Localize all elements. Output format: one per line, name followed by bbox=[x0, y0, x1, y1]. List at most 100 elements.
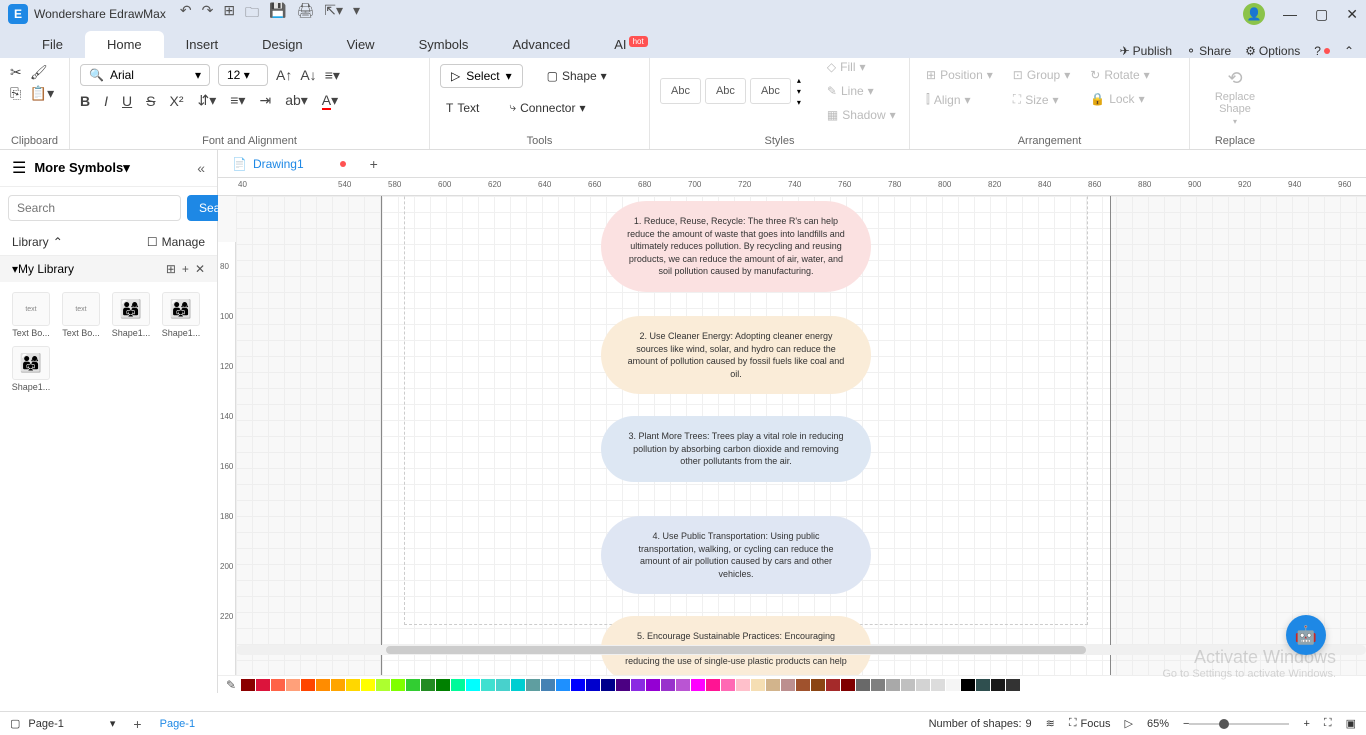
style-up-icon[interactable]: ▴ bbox=[797, 76, 801, 85]
color-swatch[interactable] bbox=[601, 679, 615, 691]
close-button[interactable]: ✕ bbox=[1346, 6, 1358, 23]
tab-file[interactable]: File bbox=[20, 31, 85, 58]
eyedropper-icon[interactable]: ✎ bbox=[226, 678, 236, 692]
canvas-shape[interactable]: 2. Use Cleaner Energy: Adopting cleaner … bbox=[601, 316, 871, 394]
color-swatch[interactable] bbox=[706, 679, 720, 691]
fit-page-icon[interactable]: ⛶ bbox=[1324, 717, 1332, 730]
tab-ai[interactable]: AIhot bbox=[592, 31, 669, 58]
undo-icon[interactable]: ↶ bbox=[180, 2, 192, 26]
color-swatch[interactable] bbox=[316, 679, 330, 691]
increase-font-icon[interactable]: A↑ bbox=[276, 67, 292, 83]
color-swatch[interactable] bbox=[331, 679, 345, 691]
tab-home[interactable]: Home bbox=[85, 31, 164, 58]
group-button[interactable]: ⊡ Group▾ bbox=[1007, 64, 1076, 86]
size-button[interactable]: ⛶ Size▾ bbox=[1007, 88, 1076, 111]
notifications-icon[interactable]: ? bbox=[1314, 44, 1330, 58]
color-swatch[interactable] bbox=[856, 679, 870, 691]
qat-more-icon[interactable]: ▾ bbox=[353, 2, 360, 26]
color-swatch[interactable] bbox=[241, 679, 255, 691]
color-swatch[interactable] bbox=[511, 679, 525, 691]
connector-tool[interactable]: ⤷ Connector ▾ bbox=[503, 96, 591, 119]
outline-icon[interactable]: ▢ bbox=[10, 717, 20, 730]
redo-icon[interactable]: ↷ bbox=[202, 2, 214, 26]
font-color-icon[interactable]: A▾ bbox=[322, 92, 338, 109]
color-swatch[interactable] bbox=[841, 679, 855, 691]
color-swatch[interactable] bbox=[361, 679, 375, 691]
shape-thumbnail[interactable]: textText Bo... bbox=[60, 292, 102, 338]
select-tool[interactable]: ▷ Select ▾ bbox=[440, 64, 523, 88]
tab-insert[interactable]: Insert bbox=[164, 31, 241, 58]
color-swatch[interactable] bbox=[346, 679, 360, 691]
tab-view[interactable]: View bbox=[325, 31, 397, 58]
color-swatch[interactable] bbox=[751, 679, 765, 691]
color-swatch[interactable] bbox=[901, 679, 915, 691]
canvas-shape[interactable]: 1. Reduce, Reuse, Recycle: The three R's… bbox=[601, 201, 871, 292]
document-tab[interactable]: 📄 Drawing1 bbox=[218, 153, 360, 175]
chat-fab-button[interactable]: 🤖 bbox=[1286, 615, 1326, 655]
rotate-button[interactable]: ↻ Rotate▾ bbox=[1084, 64, 1155, 86]
play-icon[interactable]: ▷ bbox=[1125, 717, 1133, 730]
color-swatch[interactable] bbox=[826, 679, 840, 691]
color-swatch[interactable] bbox=[916, 679, 930, 691]
decrease-font-icon[interactable]: A↓ bbox=[300, 67, 316, 83]
color-swatch[interactable] bbox=[661, 679, 675, 691]
publish-button[interactable]: ✈ Publish bbox=[1120, 44, 1172, 58]
minimize-button[interactable]: — bbox=[1283, 6, 1297, 22]
page-selector[interactable]: Page-1 ▾ bbox=[20, 715, 123, 732]
manage-link[interactable]: ☐ Manage bbox=[147, 235, 205, 249]
color-swatch[interactable] bbox=[376, 679, 390, 691]
replace-shape-button[interactable]: ⟲ Replace Shape ▾ bbox=[1200, 64, 1270, 130]
color-swatch[interactable] bbox=[691, 679, 705, 691]
spacing-icon[interactable]: ⇵▾ bbox=[197, 92, 216, 109]
canvas-shape[interactable]: 3. Plant More Trees: Trees play a vital … bbox=[601, 416, 871, 482]
mylib-close-icon[interactable]: ✕ bbox=[195, 262, 205, 276]
color-swatch[interactable] bbox=[571, 679, 585, 691]
color-swatch[interactable] bbox=[946, 679, 960, 691]
color-swatch[interactable] bbox=[466, 679, 480, 691]
lock-button[interactable]: 🔒 Lock▾ bbox=[1084, 88, 1155, 110]
tab-advanced[interactable]: Advanced bbox=[490, 31, 592, 58]
canvas-grid[interactable]: 1. Reduce, Reuse, Recycle: The three R's… bbox=[236, 196, 1366, 675]
shadow-button[interactable]: ▦ Shadow▾ bbox=[821, 104, 902, 126]
color-swatch[interactable] bbox=[721, 679, 735, 691]
color-swatch[interactable] bbox=[1006, 679, 1020, 691]
more-symbols-title[interactable]: More Symbols▾ bbox=[34, 160, 189, 176]
highlight-icon[interactable]: ab▾ bbox=[285, 92, 308, 109]
shape-thumbnail[interactable]: 👨‍👩‍👧Shape1... bbox=[10, 346, 52, 392]
color-swatch[interactable] bbox=[406, 679, 420, 691]
italic-icon[interactable]: I bbox=[104, 93, 108, 109]
color-swatch[interactable] bbox=[811, 679, 825, 691]
layers-icon[interactable]: ≋ bbox=[1046, 717, 1055, 730]
align-menu-icon[interactable]: ≡▾ bbox=[325, 67, 340, 84]
color-swatch[interactable] bbox=[871, 679, 885, 691]
fullscreen-icon[interactable]: ▣ bbox=[1346, 717, 1356, 730]
page-tab[interactable]: Page-1 bbox=[150, 716, 205, 732]
align-button[interactable]: ⫿ Align▾ bbox=[920, 88, 999, 111]
color-swatch[interactable] bbox=[931, 679, 945, 691]
color-swatch[interactable] bbox=[541, 679, 555, 691]
color-swatch[interactable] bbox=[616, 679, 630, 691]
copy-icon[interactable]: ⎘ bbox=[10, 85, 22, 102]
color-swatch[interactable] bbox=[271, 679, 285, 691]
color-swatch[interactable] bbox=[646, 679, 660, 691]
export-icon[interactable]: ⇱▾ bbox=[324, 2, 343, 26]
color-swatch[interactable] bbox=[766, 679, 780, 691]
color-swatch[interactable] bbox=[481, 679, 495, 691]
mylib-add-icon[interactable]: + bbox=[182, 262, 189, 276]
user-avatar[interactable]: 👤 bbox=[1243, 3, 1265, 25]
print-icon[interactable]: 🖨 bbox=[296, 2, 314, 26]
color-swatch[interactable] bbox=[886, 679, 900, 691]
color-swatch[interactable] bbox=[781, 679, 795, 691]
new-icon[interactable]: ⊞ bbox=[223, 2, 235, 26]
add-page-button[interactable]: + bbox=[133, 716, 141, 732]
mylib-grid-icon[interactable]: ⊞ bbox=[166, 262, 176, 276]
scrollbar-horizontal[interactable] bbox=[236, 645, 1366, 655]
style-more-icon[interactable]: ▾ bbox=[797, 98, 801, 107]
tab-symbols[interactable]: Symbols bbox=[397, 31, 491, 58]
text-tool[interactable]: T Text bbox=[440, 97, 485, 119]
color-swatch[interactable] bbox=[631, 679, 645, 691]
focus-button[interactable]: ⛶ Focus bbox=[1069, 717, 1111, 730]
save-icon[interactable]: 💾 bbox=[269, 2, 286, 26]
line-button[interactable]: ✎ Line▾ bbox=[821, 80, 902, 102]
style-preset-2[interactable]: Abc bbox=[705, 78, 746, 104]
